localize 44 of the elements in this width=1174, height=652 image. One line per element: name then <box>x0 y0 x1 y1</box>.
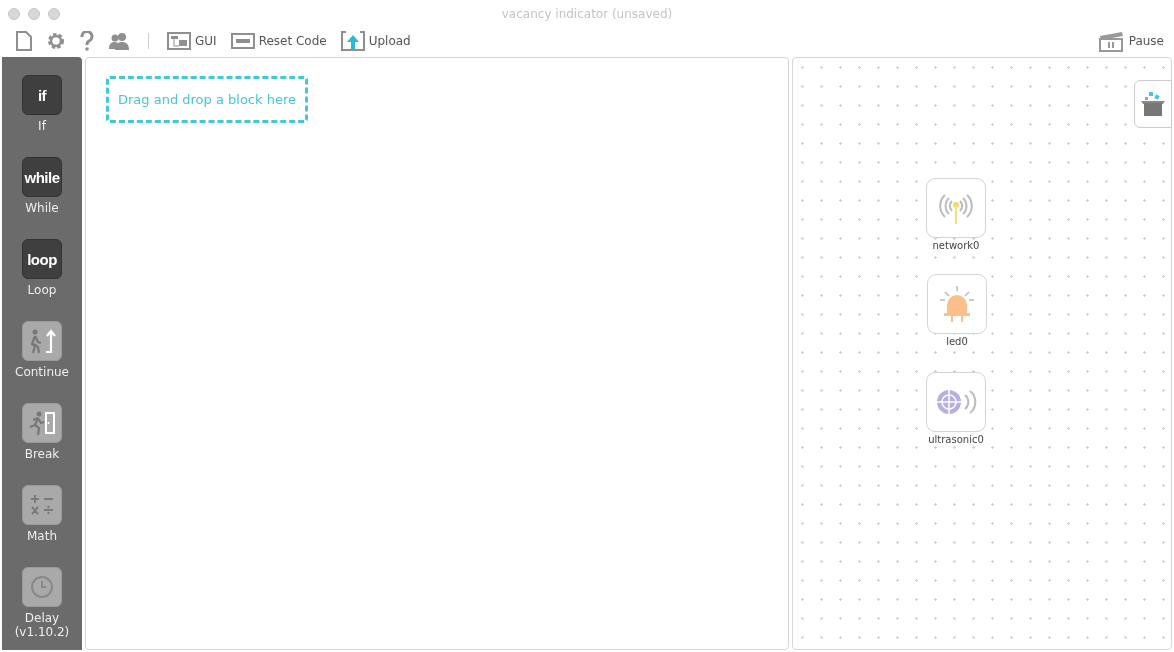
window-title: vacancy indicator (unsaved) <box>501 7 673 21</box>
block-label: While <box>25 201 59 215</box>
upload-button[interactable]: Upload <box>340 31 411 51</box>
help-button[interactable] <box>80 31 94 51</box>
block-label: If <box>38 119 46 133</box>
block-label: Continue <box>15 365 69 379</box>
block-label: Delay <box>24 611 60 625</box>
chip-icon <box>230 33 255 49</box>
reset-button[interactable]: Reset Code <box>230 33 327 49</box>
window-control[interactable] <box>8 8 20 20</box>
window-control[interactable] <box>28 8 40 20</box>
device-name: ultrasonic0 <box>928 434 984 445</box>
block-block-button[interactable]: while <box>22 157 62 197</box>
settings-button[interactable] <box>46 31 66 51</box>
device-tile[interactable] <box>926 178 986 238</box>
pause-button[interactable]: Pause <box>1098 30 1164 52</box>
settings-icon <box>46 31 66 51</box>
block-label: Loop <box>27 283 57 297</box>
drop-zone: Drag and drop a block here <box>106 76 308 123</box>
new-file-icon <box>16 31 32 51</box>
device-tile[interactable] <box>926 372 986 432</box>
block-label: Math <box>27 529 57 543</box>
block-block-button[interactable]: loop <box>22 239 62 279</box>
window-control[interactable] <box>48 8 60 20</box>
upload-icon <box>340 31 365 51</box>
block-label: Break <box>24 447 60 461</box>
runner-door-icon <box>27 410 57 436</box>
gui-button[interactable]: GUI <box>167 32 217 50</box>
device-name: led0 <box>946 336 968 347</box>
clock-icon <box>30 575 54 599</box>
block-block-button[interactable]: if <box>22 75 62 115</box>
device-box-button[interactable] <box>1134 80 1172 128</box>
device-name: network0 <box>932 240 980 251</box>
device-tile[interactable] <box>927 274 987 334</box>
box-icon <box>1140 91 1166 117</box>
clapperboard-icon <box>1098 30 1125 52</box>
new-button[interactable] <box>16 31 32 51</box>
version-label: (v1.10.2) <box>14 625 70 639</box>
math-operators-icon <box>29 493 55 517</box>
window-layout-icon <box>167 32 191 50</box>
users-button[interactable] <box>108 32 130 50</box>
users-icon <box>108 32 130 50</box>
led-light-icon <box>937 284 977 324</box>
help-icon <box>80 31 94 51</box>
